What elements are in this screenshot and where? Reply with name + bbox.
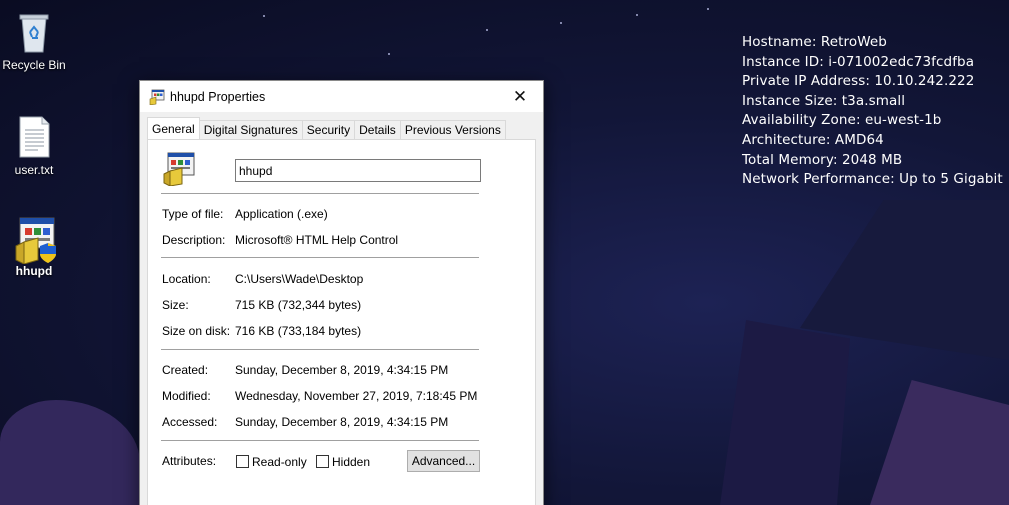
desktop-icon-label: hhupd xyxy=(15,264,53,278)
location-label: Location: xyxy=(162,272,211,286)
star-decoration xyxy=(707,8,709,10)
size-on-disk-label: Size on disk: xyxy=(162,324,231,338)
type-of-file-label: Type of file: xyxy=(162,207,224,221)
tab-digital-signatures[interactable]: Digital Signatures xyxy=(198,120,303,139)
accessed-label: Accessed: xyxy=(162,415,218,429)
tab-previous-versions[interactable]: Previous Versions xyxy=(399,120,506,139)
created-value: Sunday, December 8, 2019, 4:34:15 PM xyxy=(235,363,449,377)
info-instance-id: Instance ID: i-071002edc73fcdfba xyxy=(742,53,975,70)
background-rock xyxy=(870,380,1009,505)
size-value: 715 KB (732,344 bytes) xyxy=(235,298,362,312)
file-name-input[interactable] xyxy=(235,159,481,182)
background-rock xyxy=(0,400,140,505)
hidden-label: Hidden xyxy=(332,455,371,469)
info-architecture: Architecture: AMD64 xyxy=(742,131,884,148)
tab-strip: General Digital Signatures Security Deta… xyxy=(147,117,506,139)
info-total-memory: Total Memory: 2048 MB xyxy=(742,151,903,168)
info-instance-size: Instance Size: t3a.small xyxy=(742,92,906,109)
modified-label: Modified: xyxy=(162,389,211,403)
system-info-overlay: Hostname: RetroWeb Instance ID: i-071002… xyxy=(742,33,1003,190)
background-rock xyxy=(720,320,850,505)
application-shield-icon xyxy=(14,216,56,265)
desktop-icon-user-txt[interactable]: user.txt xyxy=(0,115,68,177)
divider xyxy=(161,440,479,441)
desktop-icon-label: user.txt xyxy=(14,163,54,177)
advanced-button[interactable]: Advanced... xyxy=(407,450,480,472)
properties-window: hhupd Properties ✕ General Digital Signa… xyxy=(139,80,544,505)
recycle-bin-icon xyxy=(14,10,54,54)
application-icon xyxy=(149,89,165,105)
description-value: Microsoft® HTML Help Control xyxy=(235,233,399,247)
star-decoration xyxy=(263,15,265,17)
divider xyxy=(161,193,479,194)
readonly-label: Read-only xyxy=(252,455,307,469)
star-decoration xyxy=(486,29,488,31)
info-private-ip: Private IP Address: 10.10.242.222 xyxy=(742,73,975,90)
desktop-icon-hhupd[interactable]: hhupd xyxy=(0,216,68,278)
hidden-checkbox[interactable] xyxy=(316,455,329,468)
created-label: Created: xyxy=(162,363,209,377)
window-titlebar[interactable]: hhupd Properties ✕ xyxy=(140,81,543,112)
star-decoration xyxy=(560,22,562,24)
tab-general[interactable]: General xyxy=(147,117,200,139)
star-decoration xyxy=(388,53,390,55)
accessed-value: Sunday, December 8, 2019, 4:34:15 PM xyxy=(235,415,449,429)
text-file-icon xyxy=(14,115,54,159)
general-tab-panel: Type of file: Application (.exe) Descrip… xyxy=(147,139,536,505)
size-on-disk-value: 716 KB (733,184 bytes) xyxy=(235,324,362,338)
info-network-performance: Network Performance: Up to 5 Gigabit xyxy=(742,171,1003,188)
info-availability-zone: Availability Zone: eu-west-1b xyxy=(742,112,942,129)
type-of-file-value: Application (.exe) xyxy=(235,207,328,221)
window-title: hhupd Properties xyxy=(170,89,266,104)
file-type-icon xyxy=(162,152,196,187)
divider xyxy=(161,257,479,258)
divider xyxy=(161,349,479,350)
desktop-icon-recycle-bin[interactable]: Recycle Bin xyxy=(0,10,68,72)
attributes-label: Attributes: xyxy=(162,454,217,468)
tab-details[interactable]: Details xyxy=(354,120,401,139)
desktop-icon-label: Recycle Bin xyxy=(2,58,66,72)
info-hostname: Hostname: RetroWeb xyxy=(742,34,887,50)
close-button[interactable]: ✕ xyxy=(497,81,543,112)
tab-security[interactable]: Security xyxy=(301,120,356,139)
location-value: C:\Users\Wade\Desktop xyxy=(235,272,364,286)
size-label: Size: xyxy=(162,298,189,312)
close-icon: ✕ xyxy=(512,86,528,106)
star-decoration xyxy=(636,14,638,16)
description-label: Description: xyxy=(162,233,226,247)
readonly-checkbox[interactable] xyxy=(236,455,249,468)
modified-value: Wednesday, November 27, 2019, 7:18:45 PM xyxy=(235,389,478,403)
